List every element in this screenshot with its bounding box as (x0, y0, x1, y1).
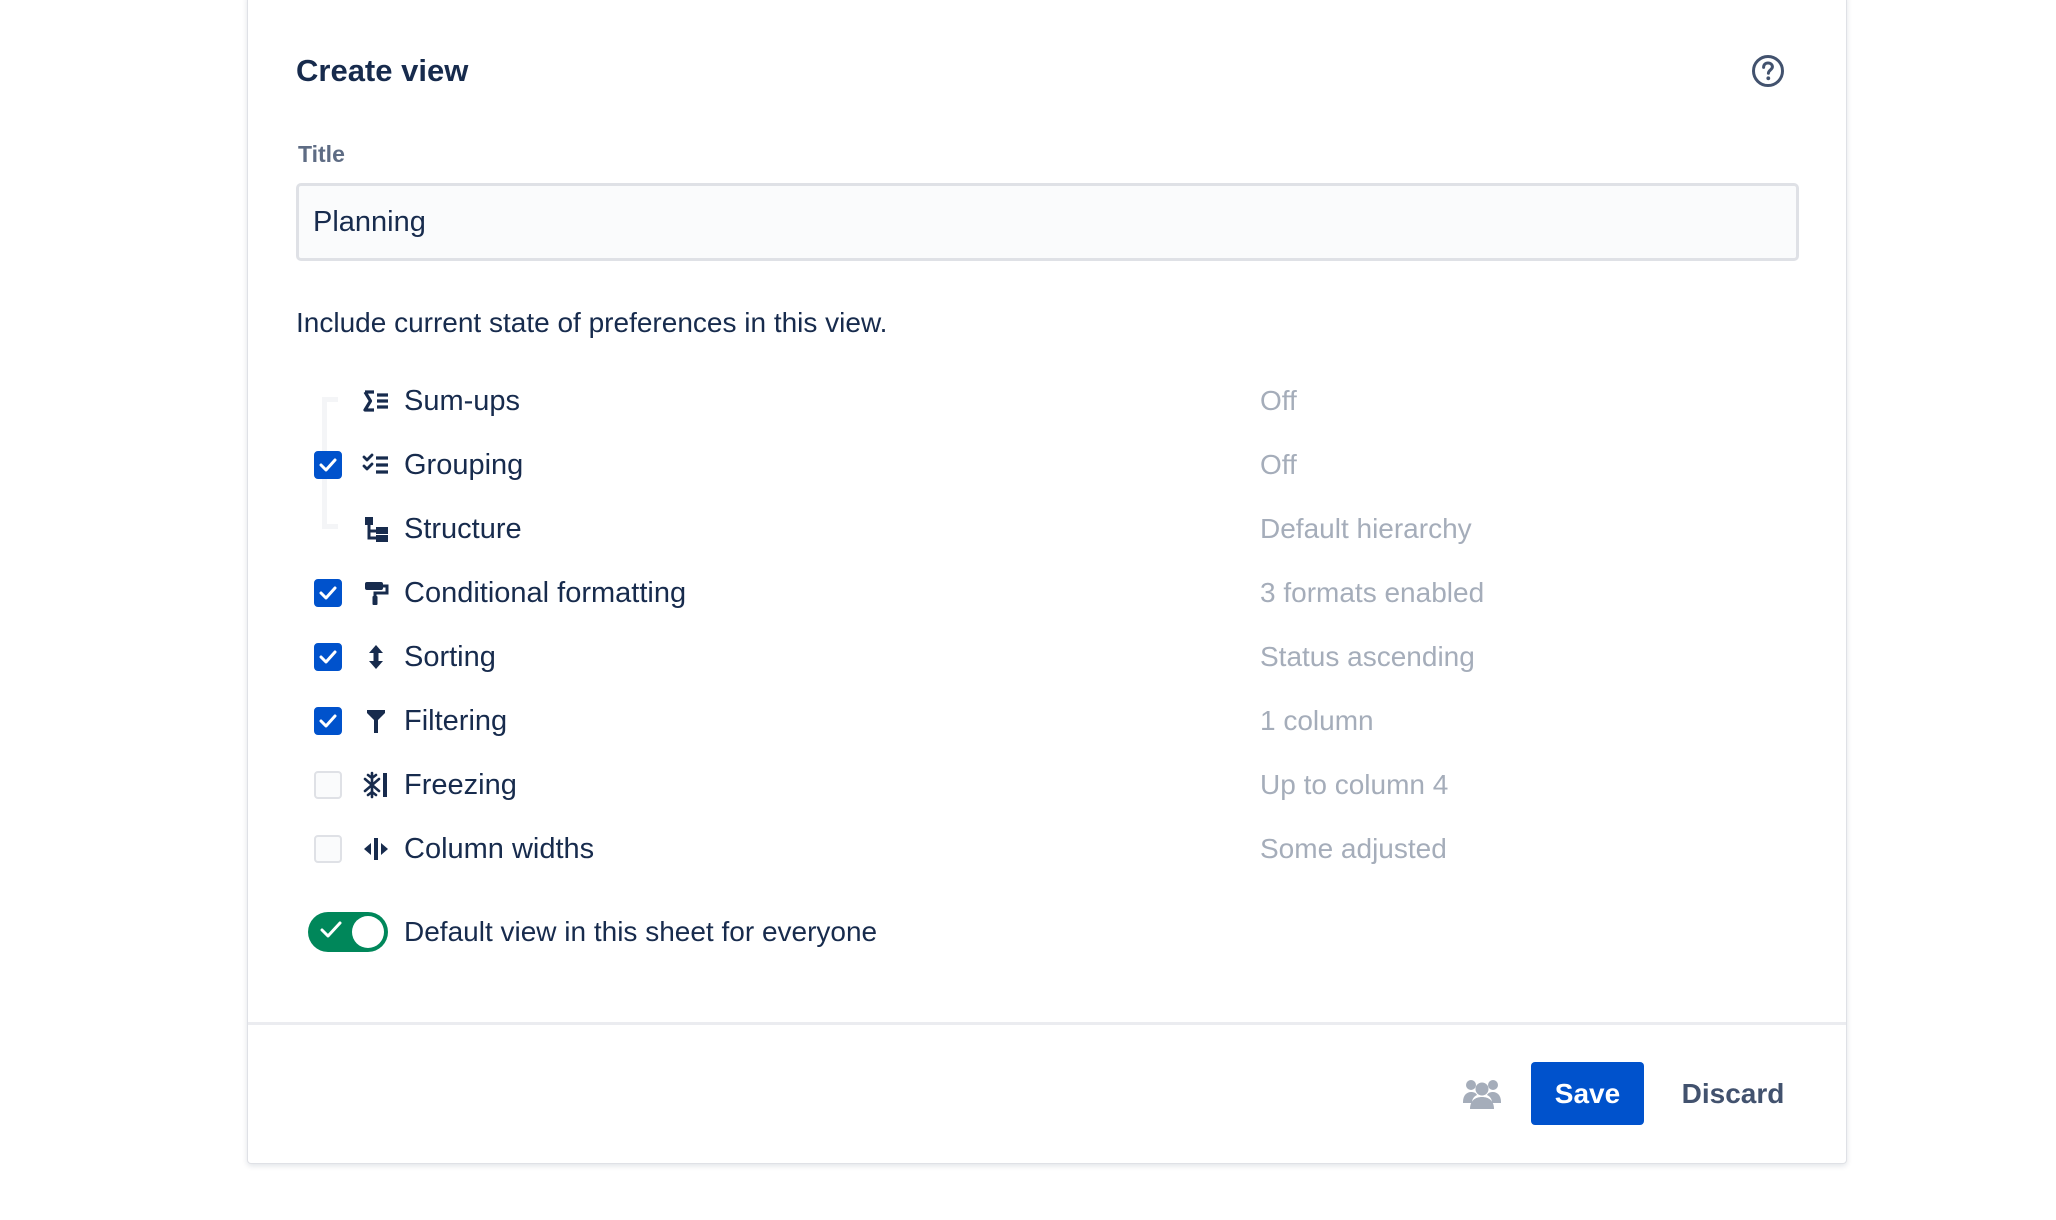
option-label: Column widths (404, 833, 595, 865)
toggle-knob (352, 916, 384, 948)
sort-arrows-icon (360, 641, 392, 673)
column-width-icon (360, 833, 392, 865)
option-label: Structure (404, 513, 522, 545)
toggle-check-icon (320, 921, 342, 938)
sorting-checkbox[interactable] (314, 643, 342, 671)
option-value: Off (1260, 385, 1297, 416)
checkmark-icon (319, 714, 337, 728)
column-widths-checkbox[interactable] (314, 835, 342, 863)
save-button[interactable]: Save (1531, 1062, 1644, 1125)
dialog-title: Create view (296, 53, 469, 88)
option-label: Grouping (404, 449, 524, 481)
filtering-checkbox[interactable] (314, 707, 342, 735)
option-row-conditional-formatting[interactable]: Conditional formatting 3 formats enabled (248, 561, 1846, 625)
checkmark-icon (319, 458, 337, 472)
grouping-checkbox[interactable] (314, 451, 342, 479)
option-label: Filtering (404, 705, 508, 737)
option-label: Conditional formatting (404, 577, 687, 609)
option-row-sorting[interactable]: Sorting Status ascending (248, 625, 1846, 689)
option-label: Freezing (404, 769, 517, 801)
option-row-filtering[interactable]: Filtering 1 column (248, 689, 1846, 753)
title-field-label: Title (298, 141, 345, 167)
option-row-freezing[interactable]: Freezing Up to column 4 (248, 753, 1846, 817)
question-circle-icon (1752, 55, 1784, 87)
people-group-icon (1463, 1080, 1501, 1109)
default-view-toggle[interactable] (308, 912, 388, 952)
checkmark-icon (319, 650, 337, 664)
sigma-list-icon (360, 385, 392, 417)
help-button[interactable] (1750, 53, 1786, 89)
option-value: 3 formats enabled (1260, 577, 1485, 608)
default-view-toggle-row: Default view in this sheet for everyone (308, 907, 1208, 957)
option-value: Off (1260, 449, 1297, 480)
discard-button[interactable]: Discard (1660, 1062, 1806, 1125)
option-value: Status ascending (1260, 641, 1475, 672)
conditional-formatting-checkbox[interactable] (314, 579, 342, 607)
option-value: Default hierarchy (1260, 513, 1472, 544)
freezing-checkbox[interactable] (314, 771, 342, 799)
checkmark-icon (319, 586, 337, 600)
paint-roller-icon (360, 577, 392, 609)
default-view-label: Default view in this sheet for everyone (404, 916, 878, 947)
footer-divider (248, 1022, 1846, 1025)
option-row-grouping[interactable]: Grouping Off (248, 433, 1846, 497)
option-value: Up to column 4 (1260, 769, 1449, 800)
option-label: Sorting (404, 641, 496, 673)
create-view-dialog: Create view Title Include current state … (247, 0, 1847, 1164)
option-row-column-widths[interactable]: Column widths Some adjusted (248, 817, 1846, 881)
structure-icon (360, 513, 392, 545)
option-value: 1 column (1260, 705, 1374, 736)
option-row-structure: Structure Default hierarchy (248, 497, 1846, 561)
option-value: Some adjusted (1260, 833, 1447, 864)
option-label: Sum-ups (404, 385, 521, 417)
people-button[interactable] (1460, 1073, 1504, 1113)
grouping-icon (360, 449, 392, 481)
snowflake-icon (360, 769, 392, 801)
filter-icon (360, 705, 392, 737)
preferences-description: Include current state of preferences in … (296, 307, 888, 338)
option-row-sum-ups: Sum-ups Off (248, 369, 1846, 433)
title-input[interactable] (296, 183, 1799, 261)
dialog-header: Create view (296, 47, 1798, 95)
